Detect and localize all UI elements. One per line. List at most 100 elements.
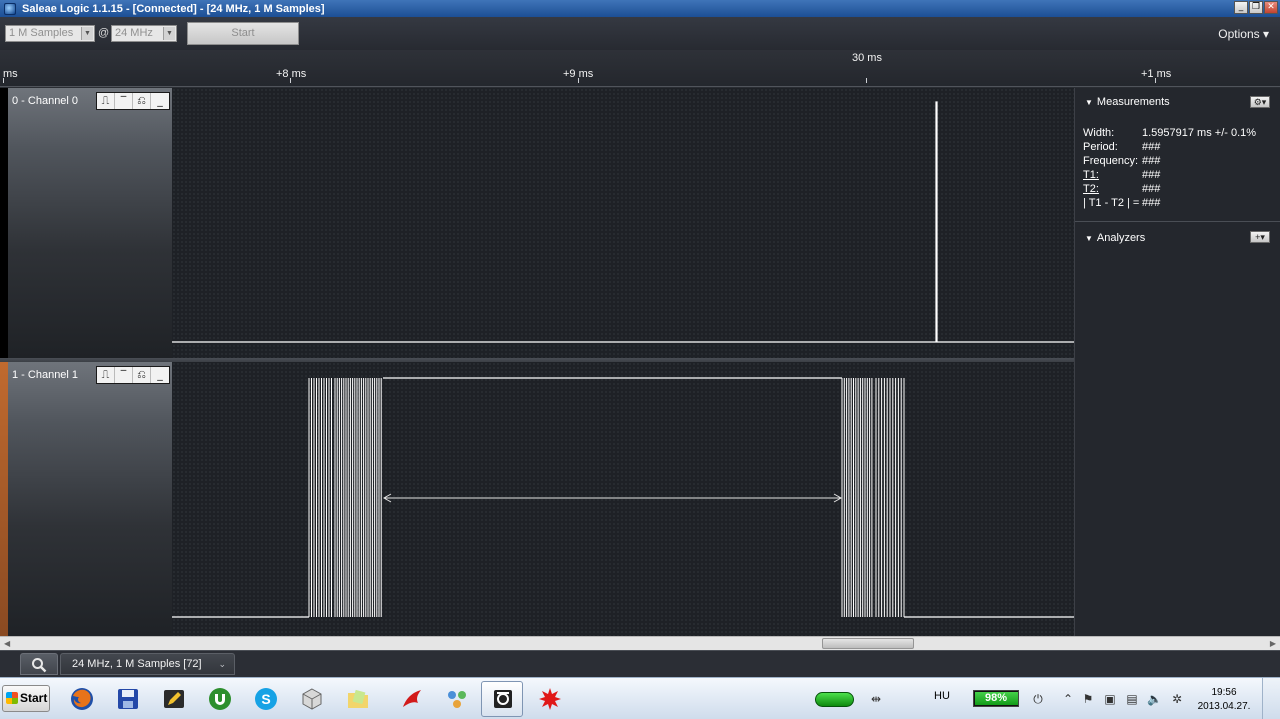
ruler-tick-mark <box>1155 78 1156 83</box>
taskbar-app-network[interactable] <box>435 681 477 717</box>
measurement-row: Frequency: ### <box>1083 155 1256 169</box>
measurement-key: Frequency: <box>1083 155 1139 167</box>
taskbar-app-folder[interactable] <box>336 681 378 717</box>
red-splat-icon <box>539 688 561 710</box>
rising-edge-icon[interactable]: ⎍ <box>97 367 115 383</box>
analyzers-title: Analyzers <box>1096 232 1146 244</box>
taskbar-app-save[interactable] <box>106 681 148 717</box>
pencil-app-icon <box>164 690 184 708</box>
channel-1-waveform[interactable] <box>172 362 1074 636</box>
taskbar-app-cube[interactable] <box>290 681 332 717</box>
taskbar-app-pencil[interactable] <box>152 681 194 717</box>
sample-rate-select[interactable]: 24 MHz ▼ <box>111 25 177 42</box>
channel-0-color-stripe <box>0 88 8 358</box>
measurement-key[interactable]: T2: <box>1083 183 1142 197</box>
channel-0-row: 0 - Channel 0 ⎍ ‾ ⎌ _ <box>0 88 1074 358</box>
logic-analyzer-icon <box>494 690 512 708</box>
channel-1-label-panel[interactable]: 1 - Channel 1 ⎍ ‾ ⎌ _ <box>0 362 172 636</box>
battery-indicator[interactable]: 98% <box>973 690 1019 707</box>
measurement-value: ### <box>1142 155 1161 167</box>
scrollbar-thumb[interactable] <box>822 638 914 649</box>
measurement-key: Width: <box>1083 127 1115 139</box>
utorrent-icon <box>209 688 231 710</box>
taskbar-app-red-bird[interactable] <box>390 681 432 717</box>
minimize-button[interactable]: _ <box>1234 1 1248 14</box>
channel-0-label-panel[interactable]: 0 - Channel 0 ⎍ ‾ ⎌ _ <box>0 88 172 358</box>
measurement-value: ### <box>1142 197 1161 209</box>
power-plug-icon[interactable]: ⏻ <box>1031 692 1045 706</box>
tab-capture[interactable]: 24 MHz, 1 M Samples [72] ⌄ <box>60 653 235 675</box>
measurement-value: 1.5957917 ms +/- 0.1% <box>1142 127 1257 139</box>
options-menu[interactable]: Options ▾ <box>1218 27 1269 41</box>
taskbar-app-firefox[interactable] <box>60 681 102 717</box>
high-level-icon[interactable]: ‾ <box>115 367 133 383</box>
scroll-left-icon[interactable]: ◀ <box>4 637 10 650</box>
chevron-down-icon: ▼ <box>81 27 93 40</box>
taskbar-app-skype[interactable]: S <box>244 681 286 717</box>
red-bird-icon <box>403 690 421 707</box>
start-button[interactable]: Start <box>2 685 50 712</box>
chevron-down-icon[interactable]: ⌄ <box>218 654 226 674</box>
falling-edge-icon[interactable]: ⎌ <box>133 367 151 383</box>
network-people-icon <box>448 691 466 708</box>
channel-0-waveform[interactable] <box>172 88 1074 358</box>
time-ruler[interactable]: 30 ms ms +8 ms +9 ms +1 ms <box>0 50 1280 87</box>
ruler-tick-mark <box>3 78 4 83</box>
tray-adjust-icon[interactable]: ⇹ <box>869 692 883 706</box>
save-disk-icon <box>118 689 138 709</box>
scroll-right-icon[interactable]: ▶ <box>1270 637 1276 650</box>
measurements-header[interactable]: ▼ Measurements <box>1085 96 1170 108</box>
low-level-icon[interactable]: _ <box>151 93 169 109</box>
status-pill-icon[interactable] <box>815 692 854 707</box>
ruler-tick-label: ms <box>3 68 18 80</box>
measurement-row: Width: 1.5957917 ms +/- 0.1% <box>1083 127 1256 141</box>
volume-icon[interactable]: 🔈 <box>1147 692 1162 706</box>
right-panel: ▼ Measurements ⚙▾ Width: 1.5957917 ms +/- … <box>1074 88 1280 636</box>
analyzers-header[interactable]: ▼ Analyzers <box>1085 232 1145 244</box>
clock-time: 19:56 <box>1211 687 1237 698</box>
ruler-tick-label: +1 ms <box>1141 68 1172 80</box>
channel-1-row: 1 - Channel 1 ⎍ ‾ ⎌ _ <box>0 362 1074 636</box>
show-desktop-button[interactable] <box>1262 678 1280 719</box>
chevron-down-icon: ▼ <box>163 27 175 40</box>
channel-0-name: 0 - Channel 0 <box>12 95 79 107</box>
gear-icon[interactable]: ⚙▾ <box>1250 96 1270 108</box>
clock-date: 2013.04.27. <box>1197 701 1251 712</box>
channel-1-signal <box>172 377 1074 618</box>
network-icon[interactable]: ✲ <box>1170 692 1184 706</box>
measurement-value: ### <box>1142 141 1161 153</box>
measurement-key: Period: <box>1083 141 1118 153</box>
channel-1-name: 1 - Channel 1 <box>12 369 79 381</box>
measurements-title: Measurements <box>1096 96 1170 108</box>
start-button[interactable]: Start <box>187 22 299 45</box>
tab-capture-label: 24 MHz, 1 M Samples [72] <box>72 658 202 670</box>
measurement-row: Period: ### <box>1083 141 1256 155</box>
svg-text:S: S <box>261 691 270 707</box>
high-level-icon[interactable]: ‾ <box>115 93 133 109</box>
add-analyzer-button[interactable]: +▾ <box>1250 231 1270 243</box>
window-title-bar[interactable]: Saleae Logic 1.1.15 - [Connected] - [24 … <box>0 0 1280 17</box>
language-indicator[interactable]: HU <box>934 690 950 702</box>
ruler-tick-label: +8 ms <box>276 68 307 80</box>
low-level-icon[interactable]: _ <box>151 367 169 383</box>
battery-percent: 98% <box>984 692 1008 704</box>
rising-edge-icon[interactable]: ⎍ <box>97 93 115 109</box>
flag-icon[interactable]: ⚑ <box>1081 692 1095 706</box>
horizontal-scrollbar[interactable]: ◀ ▶ <box>0 636 1280 650</box>
tray-app-icon[interactable]: ▣ <box>1103 692 1117 706</box>
restore-button[interactable]: ❐ <box>1249 1 1263 14</box>
search-icon[interactable] <box>20 653 58 675</box>
taskbar-app-logic[interactable] <box>481 681 523 717</box>
system-clock[interactable]: 19:56 2013.04.27. <box>1196 686 1252 714</box>
taskbar-app-red-splat[interactable] <box>528 681 570 717</box>
collapse-triangle-icon: ▼ <box>1085 234 1093 243</box>
close-button[interactable]: ✕ <box>1264 1 1278 14</box>
tray-expand-icon[interactable]: ⌃ <box>1061 692 1075 706</box>
sample-count-select[interactable]: 1 M Samples ▼ <box>5 25 95 42</box>
taskbar-app-utorrent[interactable] <box>198 681 240 717</box>
measurement-key[interactable]: T1: <box>1083 169 1142 183</box>
falling-edge-icon[interactable]: ⎌ <box>133 93 151 109</box>
tray-app-icon[interactable]: ▤ <box>1125 692 1139 706</box>
window-title: Saleae Logic 1.1.15 - [Connected] - [24 … <box>22 2 325 15</box>
ruler-center-label: 30 ms <box>852 52 882 64</box>
